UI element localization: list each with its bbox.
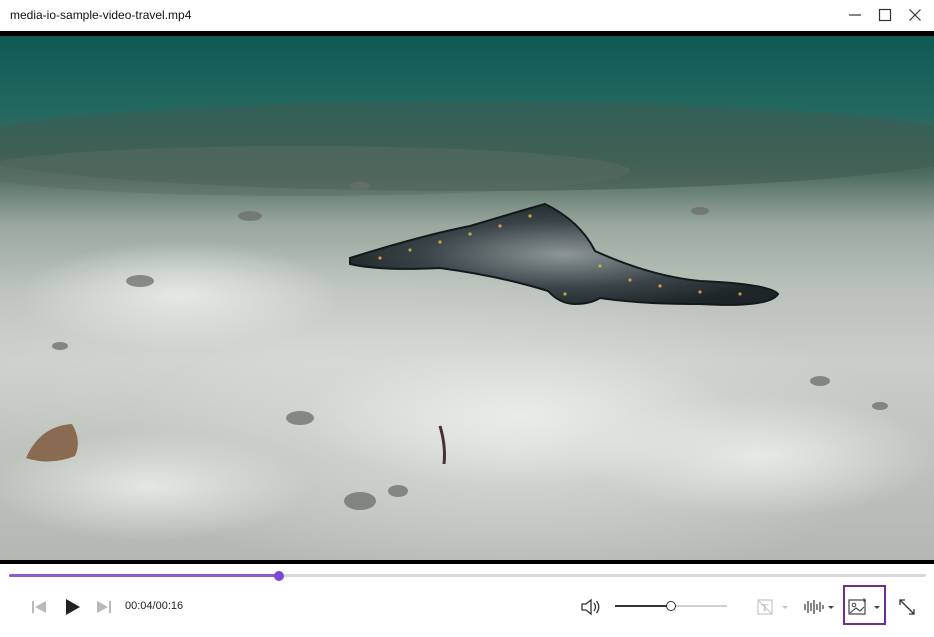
close-button[interactable] [903, 4, 927, 26]
subtitle-icon: T [757, 599, 788, 615]
skip-previous-icon [32, 601, 46, 613]
volume-handle[interactable] [666, 601, 676, 611]
volume-slider[interactable] [615, 601, 727, 611]
skip-next-icon [97, 601, 111, 613]
play-icon [66, 599, 80, 615]
minimize-button[interactable] [843, 4, 867, 26]
seek-handle[interactable] [273, 571, 284, 581]
fullscreen-icon [899, 599, 915, 615]
time-display: 00:04/00:16 [125, 600, 184, 612]
snapshot-icon [848, 598, 880, 615]
close-icon [909, 9, 921, 21]
maximize-button[interactable] [873, 4, 897, 26]
volume-level [615, 605, 671, 607]
subtitle-button[interactable]: T [756, 597, 792, 617]
audio-track-button[interactable] [802, 597, 838, 617]
snapshot-button[interactable] [847, 596, 883, 618]
seek-progress [9, 574, 279, 577]
maximize-icon [878, 8, 892, 22]
speaker-icon [581, 598, 600, 616]
minimize-icon [849, 14, 861, 16]
video-viewport[interactable] [0, 31, 934, 564]
previous-button[interactable] [29, 597, 49, 617]
seek-bar[interactable] [9, 571, 926, 581]
audio-waveform-icon [804, 600, 834, 614]
video-frame [0, 36, 934, 560]
next-button[interactable] [94, 597, 114, 617]
fullscreen-button[interactable] [897, 597, 917, 617]
window-title: media-io-sample-video-travel.mp4 [10, 8, 192, 22]
underwater-scene [0, 101, 934, 541]
play-button[interactable] [61, 596, 83, 618]
volume-button[interactable] [580, 596, 602, 618]
title-bar: media-io-sample-video-travel.mp4 [0, 0, 934, 31]
